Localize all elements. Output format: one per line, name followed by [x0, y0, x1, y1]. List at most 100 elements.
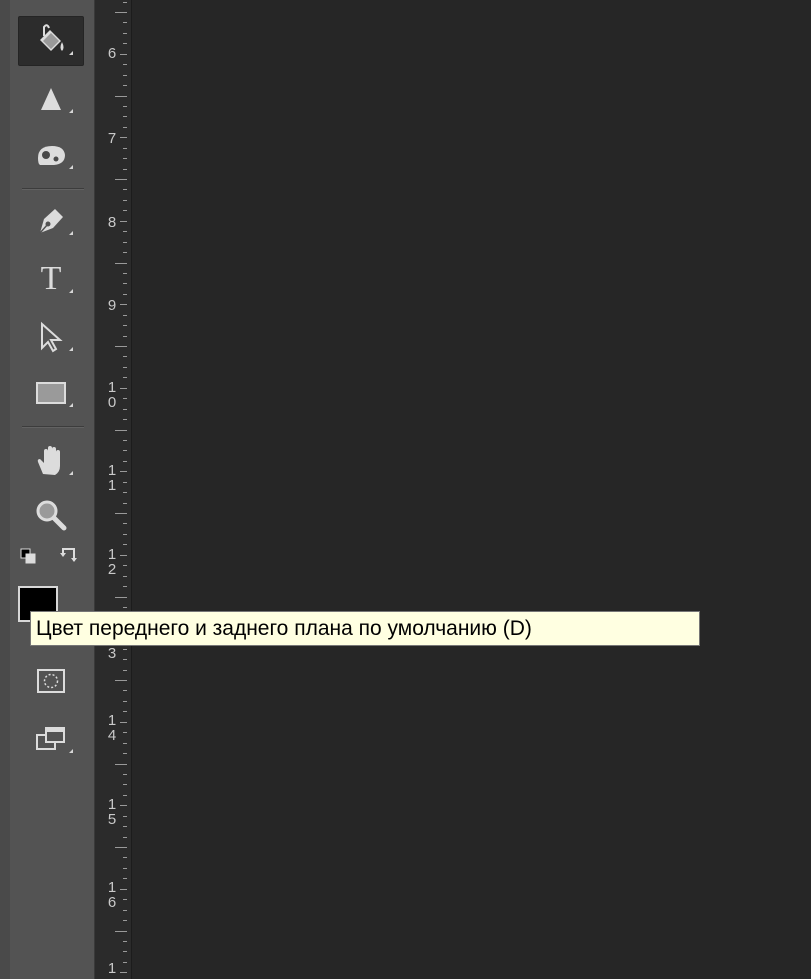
ruler-tick — [120, 471, 127, 472]
ruler-label-14: 1 4 — [107, 712, 117, 744]
submenu-indicator — [69, 749, 73, 753]
ruler-tick — [123, 899, 127, 900]
quick-mask-icon — [36, 668, 66, 694]
ruler-tick — [123, 492, 127, 493]
ruler-tick — [123, 356, 127, 357]
ruler-tick — [123, 878, 127, 879]
ruler-tick — [123, 607, 127, 608]
path-selection-tool[interactable] — [18, 312, 84, 362]
ruler-tick — [115, 263, 127, 264]
ruler-tick — [123, 544, 127, 545]
tools-panel-edge — [0, 0, 10, 979]
pen-icon — [35, 205, 67, 237]
ruler-tick — [123, 920, 127, 921]
ruler-tick — [120, 722, 127, 723]
ruler-tick — [123, 127, 127, 128]
ruler-tick — [123, 210, 127, 211]
ruler-tick — [123, 398, 127, 399]
default-colors-icon[interactable] — [20, 548, 36, 569]
sponge-icon — [34, 140, 68, 170]
ruler-tick — [123, 837, 127, 838]
ruler-label-17: 1 — [107, 960, 117, 977]
submenu-indicator — [69, 471, 73, 475]
ruler-tick — [123, 252, 127, 253]
ruler-tick — [123, 325, 127, 326]
ruler-tick — [123, 743, 127, 744]
ruler-tick — [123, 294, 127, 295]
ruler-tick — [123, 64, 127, 65]
submenu-indicator — [69, 109, 73, 113]
ruler-tick — [123, 795, 127, 796]
ruler-tick — [123, 962, 127, 963]
ruler-tick — [123, 377, 127, 378]
ruler-tick — [120, 555, 127, 556]
ruler-tick — [120, 54, 127, 55]
path-selection-icon — [36, 321, 66, 353]
screen-mode-icon — [35, 725, 67, 753]
ruler-tick — [115, 513, 127, 514]
ruler-tick — [123, 461, 127, 462]
rectangle-tool[interactable] — [18, 368, 84, 418]
ruler-tick — [115, 764, 127, 765]
ruler-tick — [123, 75, 127, 76]
hand-tool[interactable] — [18, 436, 84, 486]
ruler-tick — [120, 805, 127, 806]
tool-separator — [22, 188, 84, 190]
ruler-tick — [120, 137, 127, 138]
ruler-tick — [123, 22, 127, 23]
document-canvas[interactable] — [132, 0, 811, 979]
ruler-tick — [115, 847, 127, 848]
ruler-tick — [115, 179, 127, 180]
ruler-tick — [115, 346, 127, 347]
ruler-tick — [123, 670, 127, 671]
sponge-tool[interactable] — [18, 130, 84, 180]
paint-bucket-tool[interactable] — [18, 16, 84, 66]
ruler-tick — [123, 440, 127, 441]
sharpen-tool[interactable] — [18, 74, 84, 124]
ruler-tick — [123, 784, 127, 785]
ruler-tick — [115, 430, 127, 431]
rectangle-icon — [35, 380, 67, 406]
swap-colors-icon[interactable] — [58, 544, 80, 571]
type-icon: T — [40, 260, 62, 297]
ruler-tick — [123, 868, 127, 869]
ruler-tick — [123, 450, 127, 451]
ruler-label-9: 9 — [107, 297, 117, 314]
submenu-indicator — [69, 51, 73, 55]
ruler-tick — [123, 409, 127, 410]
zoom-icon — [34, 498, 68, 532]
ruler-tick — [123, 169, 127, 170]
ruler-tick — [123, 753, 127, 754]
type-tool[interactable]: T — [18, 254, 84, 304]
ruler-tick — [115, 12, 127, 13]
ruler-label-15: 1 5 — [107, 796, 117, 828]
ruler-tick — [123, 523, 127, 524]
ruler-label-6: 6 — [107, 45, 117, 62]
ruler-tick — [123, 951, 127, 952]
submenu-indicator — [69, 403, 73, 407]
submenu-indicator — [69, 289, 73, 293]
ruler-tick — [123, 33, 127, 34]
ruler-tick — [123, 701, 127, 702]
ruler-tick — [123, 941, 127, 942]
ruler-tick — [123, 315, 127, 316]
ruler-label-8: 8 — [107, 214, 117, 231]
ruler-label-7: 7 — [107, 130, 117, 147]
ruler-tick — [123, 85, 127, 86]
zoom-tool[interactable] — [18, 490, 84, 540]
ruler-label-16: 1 6 — [107, 879, 117, 911]
quick-mask-button[interactable] — [18, 656, 84, 706]
screen-mode-button[interactable] — [18, 714, 84, 764]
hand-icon — [34, 444, 68, 478]
ruler-tick — [123, 273, 127, 274]
ruler-tick — [123, 565, 127, 566]
ruler-tick — [123, 2, 127, 3]
ruler-tick — [120, 889, 127, 890]
pen-tool[interactable] — [18, 196, 84, 246]
ruler-tick — [123, 711, 127, 712]
ruler-tick — [123, 816, 127, 817]
ruler-tick — [123, 586, 127, 587]
ruler-tick — [123, 419, 127, 420]
ruler-label-13: 3 — [107, 645, 117, 662]
tooltip: Цвет переднего и заднего плана по умолча… — [30, 611, 700, 646]
